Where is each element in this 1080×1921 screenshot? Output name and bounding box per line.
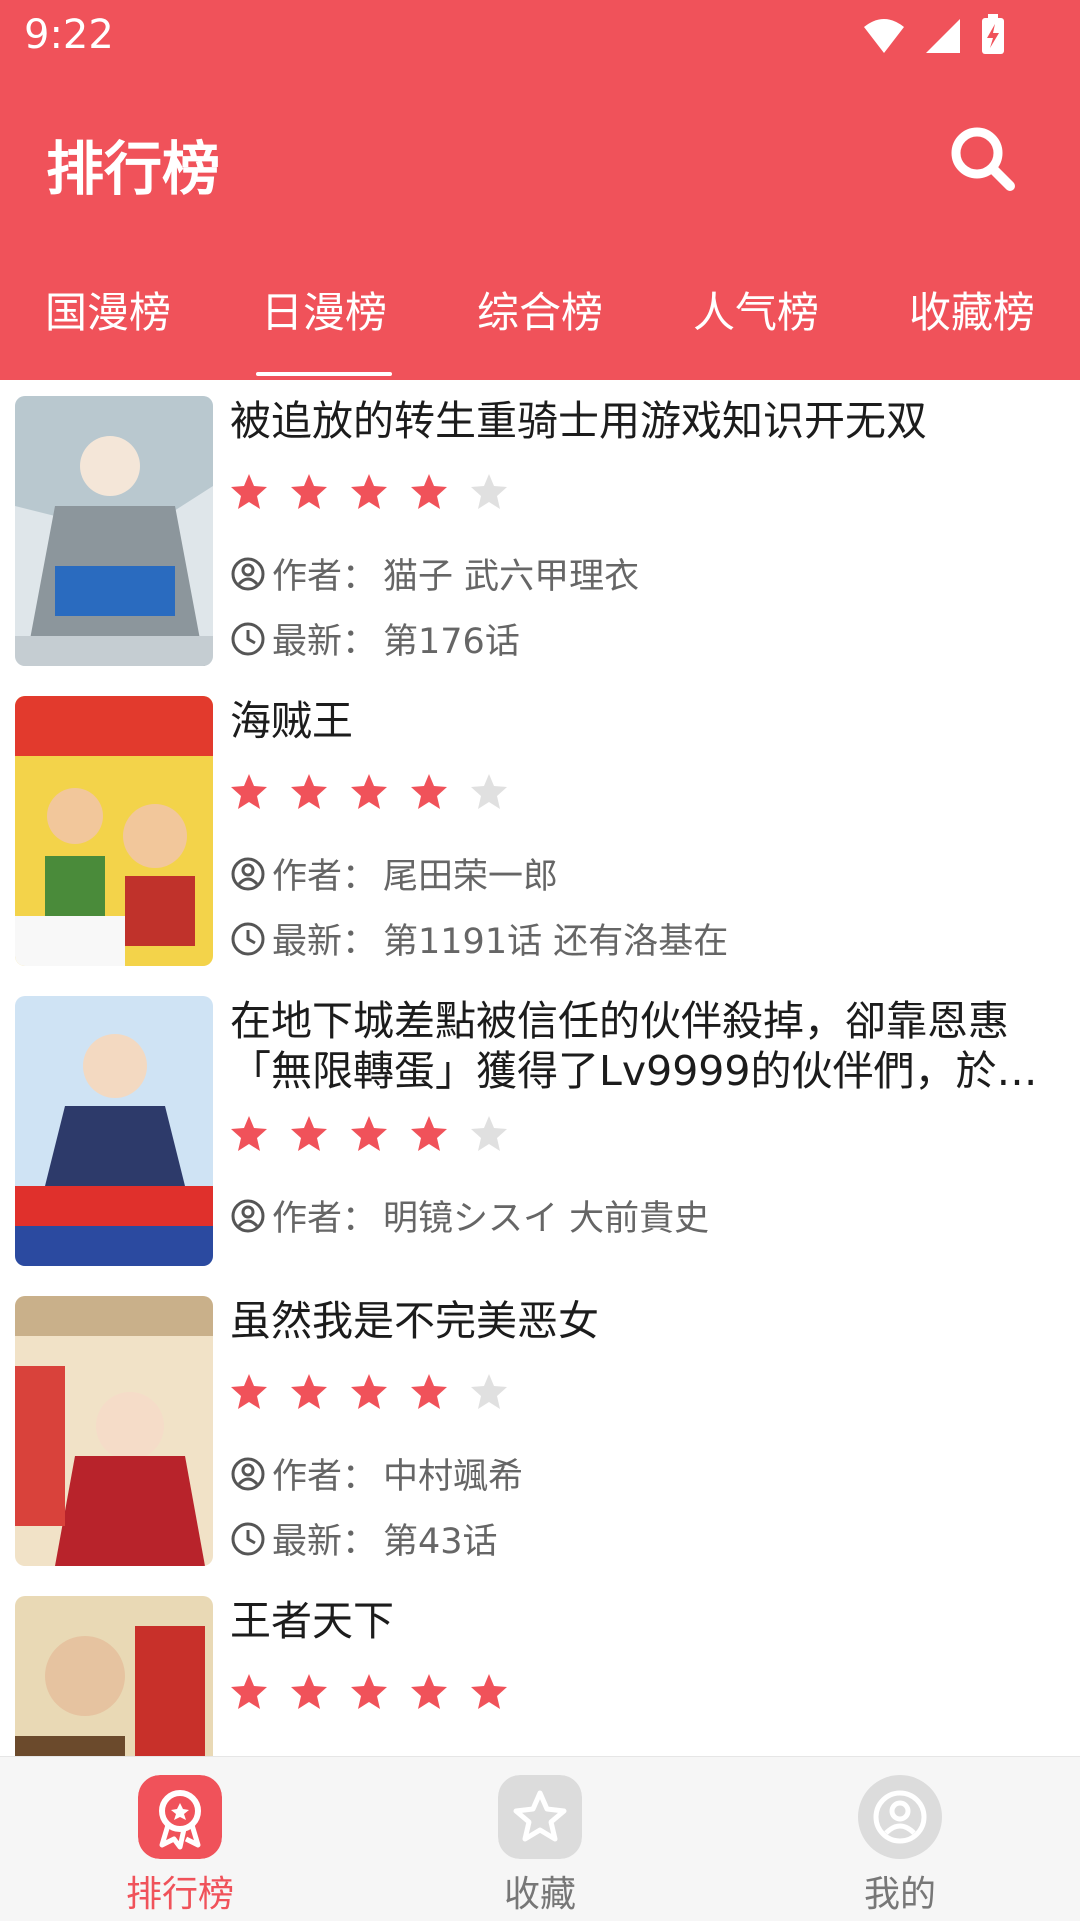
wifi-icon — [864, 19, 904, 53]
author-row: 作者： 明镜シスイ 大前貴史 — [230, 1190, 709, 1241]
latest-label: 最新： — [272, 922, 378, 962]
star-empty-icon — [471, 1374, 507, 1409]
nav-profile-label: 我的 — [863, 1874, 936, 1915]
star-filled-icon — [411, 474, 447, 509]
tab-guoman[interactable]: 国漫榜 — [0, 278, 216, 348]
author-label: 作者： — [272, 1457, 378, 1497]
rating-stars — [230, 1372, 508, 1410]
list-item[interactable]: 在地下城差點被信任的伙伴殺掉，卻靠恩惠「無限轉蛋」獲得了Lv9999的伙伴們，於… — [0, 980, 1080, 1280]
status-bar: 9:22 — [0, 0, 1080, 72]
star-filled-icon — [231, 474, 267, 509]
author-row: 作者： 猫子 武六甲理衣 — [230, 548, 639, 599]
rating-stars — [230, 1672, 508, 1710]
tab-riman[interactable]: 日漫榜 — [216, 278, 432, 376]
rating-stars — [230, 1114, 508, 1152]
comic-title: 虽然我是不完美恶女 — [230, 1297, 599, 1345]
tab-zonghe[interactable]: 综合榜 — [432, 278, 648, 348]
star-filled-icon — [291, 1374, 327, 1409]
comic-title: 海贼王 — [230, 697, 353, 745]
nav-favorites-label: 收藏 — [503, 1874, 576, 1915]
star-filled-icon — [351, 1374, 387, 1409]
latest-chapter: 第1191话 还有洛基在 — [383, 922, 729, 962]
comic-cover[interactable] — [15, 396, 213, 666]
user-icon — [231, 1199, 265, 1232]
star-filled-icon — [291, 1116, 327, 1151]
comic-cover[interactable] — [15, 1296, 213, 1566]
star-filled-icon — [411, 1116, 447, 1151]
star-empty-icon — [471, 774, 507, 809]
tab-indicator — [256, 372, 392, 376]
latest-row: 最新： 第1191话 还有洛基在 — [230, 913, 728, 964]
status-time: 9:22 — [24, 12, 114, 58]
comic-cover[interactable] — [15, 696, 213, 966]
star-filled-icon — [231, 774, 267, 809]
star-filled-icon — [411, 1674, 447, 1709]
comic-title: 王者天下 — [230, 1597, 394, 1645]
latest-row: 最新： 第43话 — [230, 1513, 498, 1564]
user-icon — [231, 557, 265, 590]
author-label: 作者： — [272, 557, 378, 597]
battery-charging-icon — [982, 14, 1004, 54]
star-filled-icon — [231, 1116, 267, 1151]
author-name: 明镜シスイ 大前貴史 — [383, 1199, 710, 1239]
nav-favorites[interactable]: 收藏 — [360, 1757, 720, 1921]
author-row: 作者： 尾田荣一郎 — [230, 848, 558, 899]
list-item[interactable]: 王者天下 — [0, 1580, 1080, 1756]
star-filled-icon — [231, 1374, 267, 1409]
star-icon — [498, 1775, 582, 1859]
app-header: 9:22 排行榜 国漫榜 日漫榜 综合榜 人气榜 收藏榜 — [0, 0, 1080, 380]
star-filled-icon — [411, 1374, 447, 1409]
author-label: 作者： — [272, 1199, 378, 1239]
latest-chapter: 第43话 — [383, 1522, 498, 1562]
search-icon[interactable] — [946, 122, 1018, 194]
star-filled-icon — [471, 1674, 507, 1709]
latest-label: 最新： — [272, 1522, 378, 1562]
comic-title: 在地下城差點被信任的伙伴殺掉，卻靠恩惠「無限轉蛋」獲得了Lv9999的伙伴們，於… — [230, 997, 1038, 1095]
star-filled-icon — [291, 774, 327, 809]
author-name: 中村颯希 — [383, 1457, 524, 1497]
profile-icon — [858, 1775, 942, 1859]
latest-label: 最新： — [272, 622, 378, 662]
comic-cover[interactable] — [15, 996, 213, 1266]
list-item[interactable]: 海贼王 作者： 尾田荣一郎 最新： 第1191话 还有洛基在 — [0, 680, 1080, 980]
list-item[interactable]: 被追放的转生重骑士用游戏知识开无双 作者： 猫子 武六甲理衣 最新： 第176话 — [0, 380, 1080, 680]
user-icon — [231, 857, 265, 890]
comic-list: 被追放的转生重骑士用游戏知识开无双 作者： 猫子 武六甲理衣 最新： 第176话 海… — [0, 380, 1080, 1756]
tab-renqi[interactable]: 人气榜 — [648, 278, 864, 348]
user-icon — [231, 1457, 265, 1490]
nav-profile[interactable]: 我的 — [720, 1757, 1080, 1921]
author-name: 猫子 武六甲理衣 — [383, 557, 640, 597]
clock-icon — [231, 922, 265, 955]
star-filled-icon — [231, 1674, 267, 1709]
tab-shoucang[interactable]: 收藏榜 — [864, 278, 1080, 348]
latest-chapter: 第176话 — [383, 622, 520, 662]
list-item[interactable]: 虽然我是不完美恶女 作者： 中村颯希 最新： 第43话 — [0, 1280, 1080, 1580]
star-filled-icon — [291, 474, 327, 509]
bottom-navigation: 排行榜 收藏 我的 — [0, 1756, 1080, 1921]
star-filled-icon — [411, 774, 447, 809]
rating-stars — [230, 472, 508, 510]
author-label: 作者： — [272, 857, 378, 897]
star-filled-icon — [291, 1674, 327, 1709]
page-title: 排行榜 — [46, 135, 221, 203]
rating-stars — [230, 772, 508, 810]
star-empty-icon — [471, 1116, 507, 1151]
ranking-tabs: 国漫榜 日漫榜 综合榜 人气榜 收藏榜 — [0, 278, 1080, 376]
star-filled-icon — [351, 1116, 387, 1151]
star-filled-icon — [351, 774, 387, 809]
latest-row: 最新： 第176话 — [230, 613, 520, 664]
star-filled-icon — [351, 474, 387, 509]
comic-title: 被追放的转生重骑士用游戏知识开无双 — [230, 397, 927, 445]
signal-icon — [926, 19, 960, 53]
author-name: 尾田荣一郎 — [383, 857, 559, 897]
ranking-icon — [138, 1775, 222, 1859]
nav-ranking[interactable]: 排行榜 — [0, 1757, 360, 1921]
star-filled-icon — [351, 1674, 387, 1709]
star-empty-icon — [471, 474, 507, 509]
clock-icon — [231, 1522, 265, 1555]
comic-cover[interactable] — [15, 1596, 213, 1756]
author-row: 作者： 中村颯希 — [230, 1448, 523, 1499]
nav-ranking-label: 排行榜 — [125, 1874, 234, 1915]
clock-icon — [231, 622, 265, 655]
